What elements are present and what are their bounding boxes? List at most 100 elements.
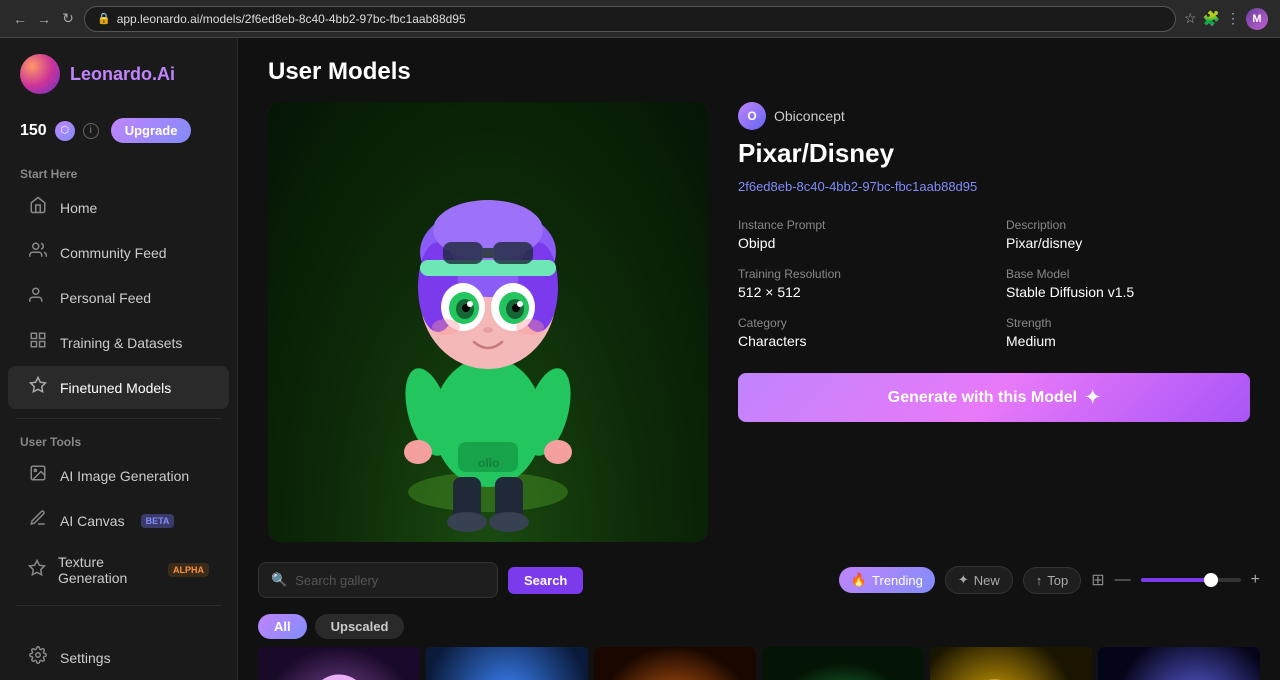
home-icon — [28, 196, 48, 219]
sidebar-item-ai-canvas[interactable]: AI Canvas BETA — [8, 499, 229, 542]
sidebar-item-ai-image[interactable]: AI Image Generation — [8, 454, 229, 497]
back-button[interactable]: ← — [12, 11, 28, 27]
model-section: ollo O Obiconcept Pixar/Disney 2f6ed8eb-… — [238, 102, 1280, 562]
community-feed-icon — [28, 241, 48, 264]
training-resolution-value: 512 × 512 — [738, 284, 982, 300]
generate-button[interactable]: Generate with this Model ✦ — [738, 373, 1250, 422]
gallery-item[interactable] — [762, 647, 924, 680]
sidebar-item-finetuned[interactable]: Finetuned Models — [8, 366, 229, 409]
browser-avatar[interactable]: M — [1246, 8, 1268, 30]
logo-text: Leonardo.Ai — [70, 64, 175, 85]
ai-image-label: AI Image Generation — [60, 468, 189, 484]
personal-feed-label: Personal Feed — [60, 290, 151, 306]
sort-top-button[interactable]: ↑ Top — [1023, 567, 1081, 594]
settings-icon — [28, 646, 48, 669]
menu-button[interactable]: ⋮ — [1226, 10, 1240, 27]
category-label: Category — [738, 316, 982, 330]
personal-feed-icon — [28, 286, 48, 309]
ai-canvas-icon — [28, 509, 48, 532]
sidebar-item-texture[interactable]: Texture Generation ALPHA — [8, 544, 229, 596]
base-model-label: Base Model — [1006, 267, 1250, 281]
sidebar-item-home[interactable]: Home — [8, 186, 229, 229]
model-info: O Obiconcept Pixar/Disney 2f6ed8eb-8c40-… — [738, 102, 1250, 542]
token-info-icon[interactable]: i — [83, 123, 99, 139]
url-text: app.leonardo.ai/models/2f6ed8eb-8c40-4bb… — [117, 12, 466, 26]
size-slider-thumb — [1204, 573, 1218, 587]
sidebar-divider-2 — [16, 605, 221, 606]
strength-item: Strength Medium — [1006, 316, 1250, 349]
model-meta-grid: Instance Prompt Obipd Description Pixar/… — [738, 218, 1250, 349]
upgrade-button[interactable]: Upgrade — [111, 118, 192, 143]
beta-badge: BETA — [141, 514, 175, 528]
filter-all-tab[interactable]: All — [258, 614, 307, 639]
training-resolution-item: Training Resolution 512 × 512 — [738, 267, 982, 300]
sparkle-icon: ✦ — [958, 572, 969, 588]
gallery-item[interactable] — [594, 647, 756, 680]
sort-new-button[interactable]: ✦ New — [945, 566, 1013, 594]
start-here-label: Start Here — [0, 159, 237, 185]
instance-prompt-label: Instance Prompt — [738, 218, 982, 232]
finetuned-icon — [28, 376, 48, 399]
finetuned-label: Finetuned Models — [60, 380, 171, 396]
sidebar-divider-1 — [16, 418, 221, 419]
training-icon — [28, 331, 48, 354]
browser-chrome: ← → ↻ 🔒 app.leonardo.ai/models/2f6ed8eb-… — [0, 0, 1280, 38]
sort-trending-button[interactable]: 🔥 Trending — [839, 567, 935, 593]
size-increase-icon[interactable]: + — [1251, 571, 1260, 589]
size-slider[interactable] — [1141, 578, 1241, 582]
search-input[interactable] — [295, 573, 485, 588]
author-name: Obiconcept — [774, 108, 845, 124]
filter-upscaled-tab[interactable]: Upscaled — [315, 614, 405, 639]
bookmark-button[interactable]: ☆ — [1184, 10, 1197, 27]
gallery-item[interactable] — [1098, 647, 1260, 680]
gallery-item[interactable] — [930, 647, 1092, 680]
instance-prompt-value: Obipd — [738, 235, 982, 251]
texture-icon — [28, 559, 46, 582]
character-svg: ollo — [338, 112, 638, 532]
model-author: O Obiconcept — [738, 102, 1250, 130]
home-label: Home — [60, 200, 97, 216]
url-bar[interactable]: 🔒 app.leonardo.ai/models/2f6ed8eb-8c40-4… — [84, 6, 1176, 32]
category-item: Category Characters — [738, 316, 982, 349]
alpha-badge: ALPHA — [168, 563, 209, 577]
gallery-item[interactable] — [258, 647, 420, 680]
sidebar-logo[interactable]: Leonardo.Ai — [0, 38, 237, 110]
reload-button[interactable]: ↻ — [60, 11, 76, 27]
settings-label: Settings — [60, 650, 111, 666]
sidebar-item-training[interactable]: Training & Datasets — [8, 321, 229, 364]
list-view-icon[interactable]: ⊞ — [1091, 570, 1104, 590]
description-item: Description Pixar/disney — [1006, 218, 1250, 251]
filter-tabs: All Upscaled — [258, 614, 404, 639]
sidebar-item-personal-feed[interactable]: Personal Feed — [8, 276, 229, 319]
page-title: User Models — [268, 58, 1250, 86]
model-id: 2f6ed8eb-8c40-4bb2-97bc-fbc1aab88d95 — [738, 179, 1250, 194]
texture-label: Texture Generation — [58, 554, 152, 586]
gallery-grid — [258, 647, 1260, 680]
sidebar-tokens: 150 ⬡ i Upgrade — [0, 110, 237, 159]
gallery-item[interactable] — [426, 647, 588, 680]
flame-icon: 🔥 — [851, 572, 867, 588]
logo-avatar — [20, 54, 60, 94]
model-image: ollo — [268, 102, 708, 542]
sidebar-item-settings[interactable]: Settings — [8, 636, 229, 679]
strength-label: Strength — [1006, 316, 1250, 330]
strength-value: Medium — [1006, 333, 1250, 349]
size-decrease-icon[interactable]: — — [1115, 571, 1131, 589]
instance-prompt-item: Instance Prompt Obipd — [738, 218, 982, 251]
search-button[interactable]: Search — [508, 567, 583, 594]
model-name: Pixar/Disney — [738, 138, 1250, 169]
extensions-button[interactable]: 🧩 — [1203, 10, 1220, 27]
model-image-container: ollo — [268, 102, 708, 542]
generate-icon: ✦ — [1085, 387, 1100, 408]
svg-text:ollo: ollo — [478, 456, 499, 470]
browser-actions: ☆ 🧩 ⋮ M — [1184, 8, 1268, 30]
category-value: Characters — [738, 333, 982, 349]
arrow-up-icon: ↑ — [1036, 573, 1043, 588]
gallery-filters: All Upscaled — [258, 610, 1260, 647]
app-container: Leonardo.Ai 150 ⬡ i Upgrade Start Here H… — [0, 38, 1280, 680]
gallery-controls: 🔍 Search 🔥 Trending ✦ New ↑ Top ⊞ — [258, 562, 1260, 598]
community-feed-label: Community Feed — [60, 245, 167, 261]
sidebar-item-community-feed[interactable]: Community Feed — [8, 231, 229, 274]
lock-icon: 🔒 — [97, 12, 111, 25]
forward-button[interactable]: → — [36, 11, 52, 27]
